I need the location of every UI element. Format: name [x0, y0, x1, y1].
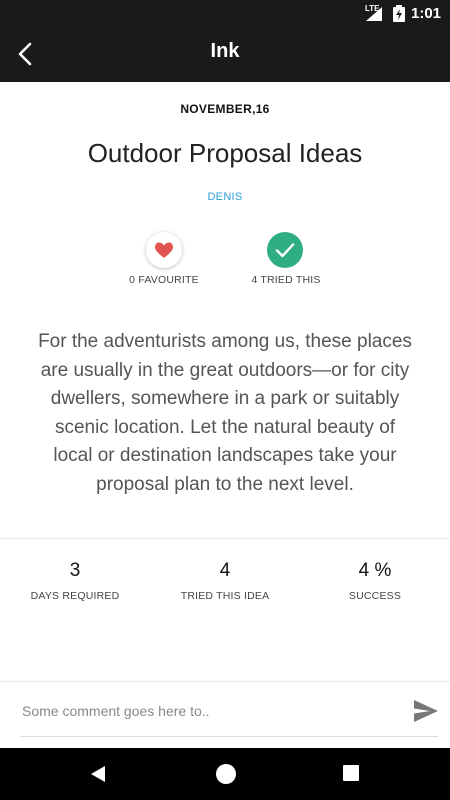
favourite-button[interactable]: [146, 232, 182, 268]
tried-this-button[interactable]: [267, 232, 303, 268]
stat-label: SUCCESS: [348, 590, 402, 602]
post-author[interactable]: DENIS: [0, 191, 450, 203]
status-time: 1:01: [411, 5, 442, 22]
comment-bar: [0, 681, 450, 749]
nav-home-icon[interactable]: [216, 764, 236, 784]
comment-input[interactable]: [20, 694, 394, 728]
send-icon[interactable]: [412, 698, 440, 724]
stat-value: 4: [219, 560, 231, 581]
comment-underline: [20, 736, 438, 737]
stat-days-required: 3 DAYS REQUIRED: [0, 560, 150, 602]
post-description: For the adventurists among us, these pla…: [38, 331, 412, 495]
status-bar: LTE 1:01: [0, 0, 450, 26]
stat-value: 4 %: [358, 560, 392, 581]
stat-tried-this-idea: 4 TRIED THIS IDEA: [150, 560, 300, 602]
battery-charging-icon: [393, 5, 405, 22]
stat-label: TRIED THIS IDEA: [180, 590, 270, 602]
stat-success: 4 % SUCCESS: [300, 560, 450, 602]
stat-value: 3: [69, 560, 81, 581]
post-date: NOVEMBER,16: [180, 102, 270, 116]
system-nav-bar: [0, 748, 450, 800]
heart-icon: [155, 242, 173, 258]
nav-back-icon[interactable]: [88, 764, 108, 784]
tried-this-count-label: 4 TRIED THIS: [251, 274, 321, 286]
network-type: LTE: [365, 4, 380, 13]
favourite-count-label: 0 FAVOURITE: [129, 274, 199, 286]
app-title: Ink: [210, 40, 240, 62]
divider: [0, 538, 450, 539]
post-title: Outdoor Proposal Ideas: [87, 138, 363, 168]
app-bar: Ink: [0, 26, 450, 82]
stat-label: DAYS REQUIRED: [30, 590, 120, 602]
nav-recents-icon[interactable]: [343, 765, 359, 781]
check-icon: [275, 243, 295, 258]
